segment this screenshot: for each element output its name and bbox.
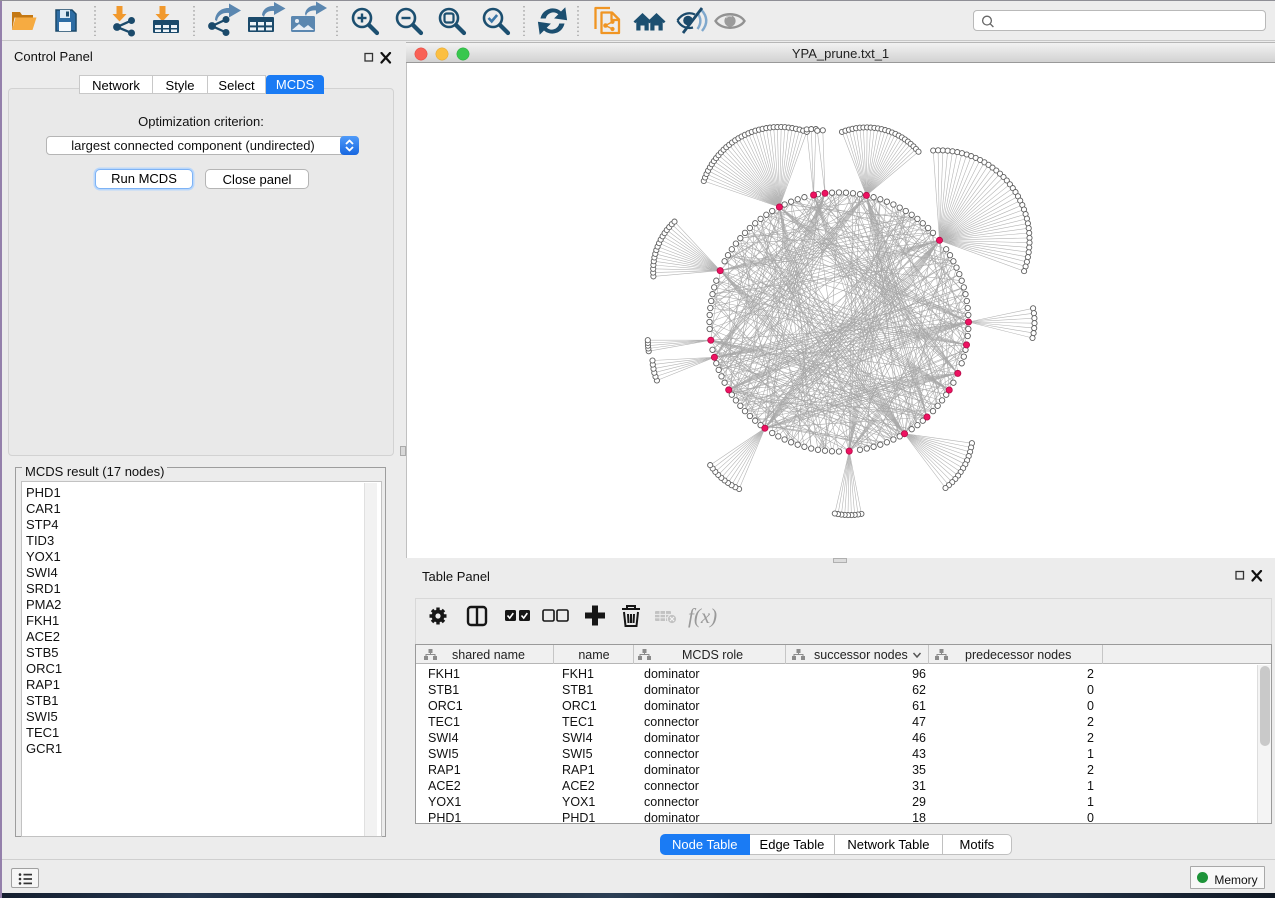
svg-text:f(x): f(x) xyxy=(688,604,717,628)
